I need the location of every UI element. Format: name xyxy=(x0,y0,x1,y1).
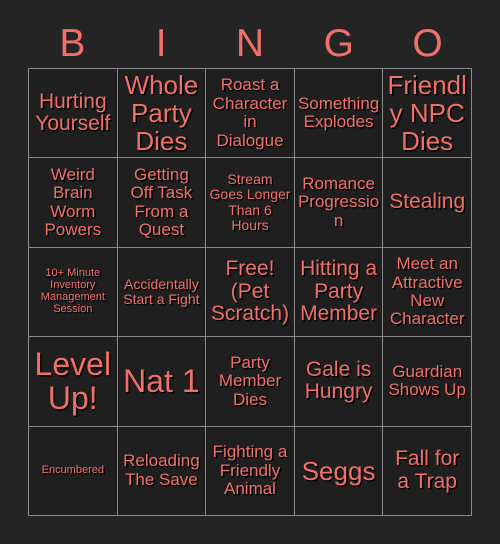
bingo-cell-label: Getting Off Task From a Quest xyxy=(130,164,193,239)
bingo-header-letter-o: O xyxy=(412,22,443,65)
bingo-cell[interactable]: Gale is Hungry xyxy=(294,337,384,427)
bingo-cell[interactable]: 10+ Minute Inventory Management Session xyxy=(29,247,118,338)
bingo-cell-label: Whole Party Dies xyxy=(124,70,199,157)
bingo-cell[interactable]: Stream Goes Longer Than 6 Hours xyxy=(206,158,295,248)
bingo-header-letter-g: G xyxy=(323,22,354,65)
bingo-cell[interactable]: Getting Off Task From a Quest xyxy=(117,158,207,248)
bingo-cell-label: Guardian Shows Up xyxy=(388,362,466,400)
bingo-header-letter-b: B xyxy=(59,22,86,65)
bingo-cell[interactable]: Something Explodes xyxy=(294,69,384,159)
bingo-cell-label: Gale is Hungry xyxy=(304,357,373,404)
bingo-cell[interactable]: Stealing xyxy=(383,158,472,248)
bingo-cell-label: Friendly NPC Dies xyxy=(387,70,467,157)
bingo-cell-label: Party Member Dies xyxy=(218,352,282,409)
bingo-cell-label: Seggs xyxy=(301,455,376,486)
bingo-cell[interactable]: Friendly NPC Dies xyxy=(383,69,472,159)
bingo-grid: Hurting Yourself Whole Party Dies Roast … xyxy=(28,68,472,516)
bingo-header-letter-n: N xyxy=(235,22,265,65)
bingo-cell[interactable]: Encumbered xyxy=(29,426,118,516)
bingo-header-row: B I N G O xyxy=(28,22,472,66)
bingo-cell-label: Fall for a Trap xyxy=(395,447,460,493)
bingo-header-letter-i: I xyxy=(155,22,167,65)
bingo-cell[interactable]: Level Up! xyxy=(29,337,118,427)
bingo-cell-label: Accidentally Start a Fight xyxy=(123,275,200,307)
bingo-cell-label: Meet an Attractive New Character xyxy=(389,254,465,329)
bingo-cell-label: Encumbered xyxy=(41,463,104,476)
bingo-cell[interactable]: Reloading The Save xyxy=(117,426,207,516)
bingo-cell[interactable]: Seggs xyxy=(294,426,384,516)
bingo-cell[interactable]: Fall for a Trap xyxy=(383,426,472,516)
bingo-cell-label: Hurting Yourself xyxy=(35,89,111,136)
bingo-cell-label: Something Explodes xyxy=(297,93,380,132)
bingo-cell[interactable]: Hurting Yourself xyxy=(29,69,118,159)
bingo-cell-label: 10+ Minute Inventory Management Session xyxy=(40,267,105,315)
bingo-cell-label: Roast a Character in Dialogue xyxy=(212,75,288,150)
bingo-cell[interactable]: Hitting a Party Member xyxy=(294,247,384,338)
bingo-cell-label: Nat 1 xyxy=(123,363,200,400)
bingo-cell-label: Level Up! xyxy=(34,345,112,417)
bingo-cell[interactable]: Party Member Dies xyxy=(206,337,295,427)
bingo-cell-label: Fighting a Friendly Animal xyxy=(212,442,288,498)
bingo-cell-label: Reloading The Save xyxy=(123,451,200,489)
bingo-cell[interactable]: Roast a Character in Dialogue xyxy=(206,69,295,159)
bingo-cell[interactable]: Weird Brain Worm Powers xyxy=(29,158,118,248)
bingo-cell-label: Free! (Pet Scratch) xyxy=(210,256,290,326)
bingo-cell-label: Stream Goes Longer Than 6 Hours xyxy=(209,171,291,233)
bingo-cell[interactable]: Whole Party Dies xyxy=(117,69,207,159)
bingo-cell[interactable]: Romance Progression xyxy=(294,158,384,248)
bingo-cell-free-space[interactable]: Free! (Pet Scratch) xyxy=(206,247,295,338)
bingo-card: B I N G O Hurting Yourself Whole Party D… xyxy=(0,0,500,544)
bingo-cell[interactable]: Accidentally Start a Fight xyxy=(117,247,207,338)
bingo-cell[interactable]: Meet an Attractive New Character xyxy=(383,247,472,338)
bingo-cell-label: Stealing xyxy=(389,190,466,214)
bingo-cell-label: Hitting a Party Member xyxy=(300,256,378,326)
bingo-cell-label: Romance Progression xyxy=(297,174,380,230)
bingo-cell[interactable]: Guardian Shows Up xyxy=(383,337,472,427)
bingo-cell[interactable]: Nat 1 xyxy=(117,337,207,427)
bingo-cell[interactable]: Fighting a Friendly Animal xyxy=(206,426,295,516)
bingo-cell-label: Weird Brain Worm Powers xyxy=(44,164,102,239)
